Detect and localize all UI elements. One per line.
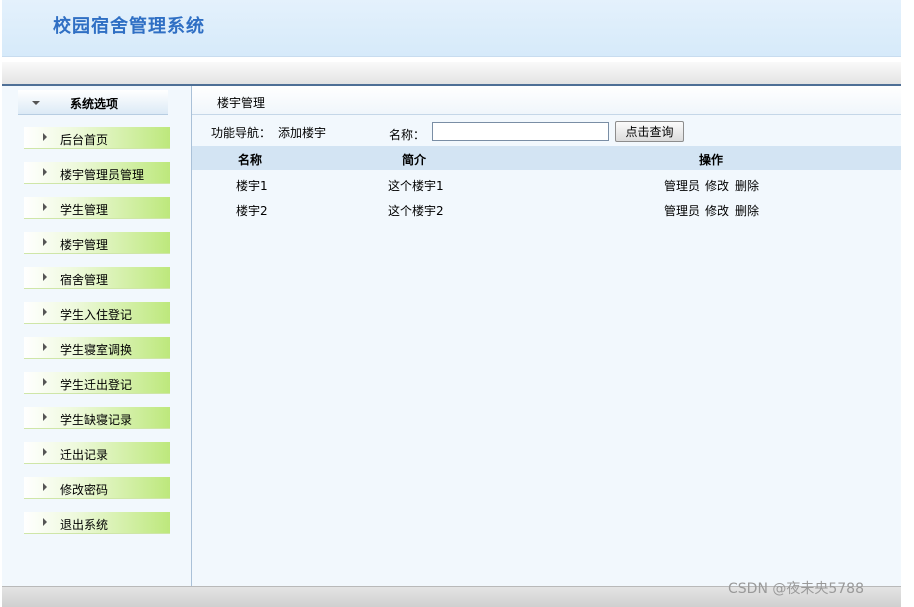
search-button[interactable]: 点击查询	[615, 121, 684, 142]
sidebar-item-label: 修改密码	[60, 483, 109, 497]
column-header-desc: 简介	[402, 153, 427, 167]
sidebar-item-dorms[interactable]: 宿舍管理	[24, 267, 170, 289]
add-building-link[interactable]: 添加楼宇	[278, 124, 326, 141]
column-header-name: 名称	[238, 153, 263, 167]
arrow-right-icon	[43, 308, 47, 316]
delete-link[interactable]: 删除	[735, 177, 759, 194]
arrow-right-icon	[43, 448, 47, 456]
arrow-right-icon	[43, 343, 47, 351]
arrow-right-icon	[43, 203, 47, 211]
sidebar-item-checkout[interactable]: 学生迁出登记	[24, 372, 170, 394]
table-header: 名称 简介 操作	[192, 146, 901, 170]
app-title: 校园宿舍管理系统	[53, 16, 205, 37]
admin-link[interactable]: 管理员	[664, 202, 700, 219]
delete-link[interactable]: 删除	[735, 202, 759, 219]
column-header-ops: 操作	[699, 153, 724, 167]
sidebar-item-checkin[interactable]: 学生入住登记	[24, 302, 170, 324]
sidebar-item-label: 宿舍管理	[60, 273, 109, 287]
sidebar-item-students[interactable]: 学生管理	[24, 197, 170, 219]
name-search-input[interactable]	[432, 122, 609, 141]
arrow-right-icon	[43, 133, 47, 141]
toolbar-strip	[2, 62, 901, 86]
collapse-triangle-icon	[32, 101, 40, 105]
admin-link[interactable]: 管理员	[664, 177, 700, 194]
sidebar-item-checkout-records[interactable]: 迁出记录	[24, 442, 170, 464]
sidebar-item-label: 学生缺寝记录	[60, 413, 133, 427]
arrow-right-icon	[43, 273, 47, 281]
sidebar: 系统选项 后台首页 楼宇管理员管理 学生管理 楼宇管理 宿舍管理 学生入住登记 …	[2, 86, 192, 586]
sidebar-title: 系统选项	[70, 97, 119, 111]
table-row: 楼宇1 这个楼宇1 管理员 修改 删除	[192, 172, 901, 196]
page-title: 楼宇管理	[217, 96, 266, 110]
watermark: CSDN @夜未央5788	[728, 581, 864, 597]
name-label: 名称：	[389, 128, 426, 142]
sidebar-item-home[interactable]: 后台首页	[24, 127, 170, 149]
sidebar-item-label: 学生管理	[60, 203, 109, 217]
cell-name: 楼宇1	[236, 179, 268, 193]
cell-desc: 这个楼宇1	[388, 179, 444, 193]
sidebar-item-label: 学生寝室调换	[60, 343, 133, 357]
sidebar-item-label: 楼宇管理员管理	[60, 168, 145, 182]
arrow-right-icon	[43, 413, 47, 421]
arrow-right-icon	[43, 518, 47, 526]
sidebar-item-label: 迁出记录	[60, 448, 109, 462]
arrow-right-icon	[43, 378, 47, 386]
sidebar-item-label: 学生迁出登记	[60, 378, 133, 392]
sidebar-item-buildings[interactable]: 楼宇管理	[24, 232, 170, 254]
sidebar-item-building-admin[interactable]: 楼宇管理员管理	[24, 162, 170, 184]
breadcrumb: 楼宇管理	[192, 86, 901, 115]
sidebar-item-label: 学生入住登记	[60, 308, 133, 322]
main-panel: 楼宇管理 功能导航： 添加楼宇 名称： 点击查询 名称 简介 操作 楼宇1 这个…	[192, 86, 901, 586]
table-row: 楼宇2 这个楼宇2 管理员 修改 删除	[192, 197, 901, 221]
sidebar-item-label: 退出系统	[60, 518, 109, 532]
cell-desc: 这个楼宇2	[388, 204, 444, 218]
sidebar-item-absence[interactable]: 学生缺寝记录	[24, 407, 170, 429]
sidebar-item-room-swap[interactable]: 学生寝室调换	[24, 337, 170, 359]
sidebar-item-logout[interactable]: 退出系统	[24, 512, 170, 534]
arrow-right-icon	[43, 168, 47, 176]
function-nav: 功能导航： 添加楼宇 名称： 点击查询	[192, 120, 901, 146]
arrow-right-icon	[43, 238, 47, 246]
cell-name: 楼宇2	[236, 204, 268, 218]
app-header: 校园宿舍管理系统	[2, 0, 901, 57]
nav-label: 功能导航：	[211, 126, 272, 140]
sidebar-item-change-password[interactable]: 修改密码	[24, 477, 170, 499]
edit-link[interactable]: 修改	[705, 202, 729, 219]
arrow-right-icon	[43, 483, 47, 491]
sidebar-header[interactable]: 系统选项	[18, 90, 168, 115]
sidebar-item-label: 楼宇管理	[60, 238, 109, 252]
sidebar-item-label: 后台首页	[60, 133, 109, 147]
edit-link[interactable]: 修改	[705, 177, 729, 194]
